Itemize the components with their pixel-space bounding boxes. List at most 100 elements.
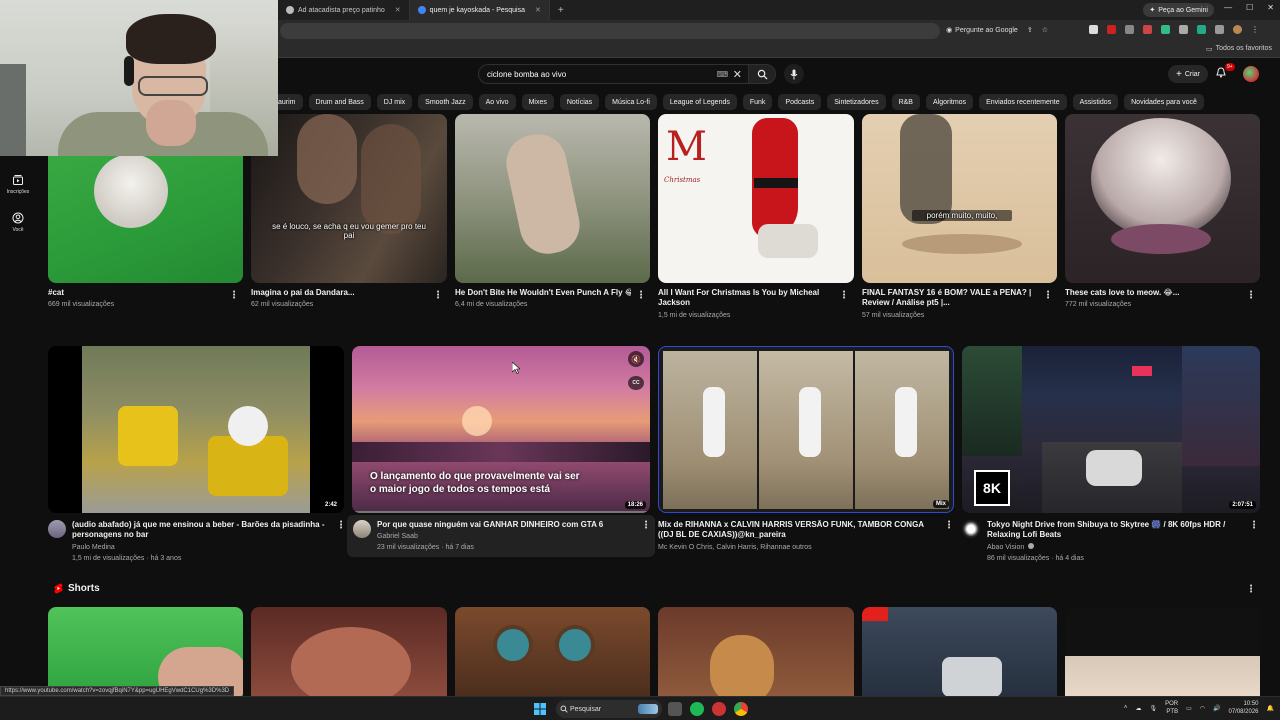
more-options-icon[interactable]: ⋮ xyxy=(433,291,443,301)
chip[interactable]: aurim xyxy=(276,94,303,110)
chip[interactable]: Smooth Jazz xyxy=(418,94,473,110)
guide-item-subscriptions[interactable]: Inscrições xyxy=(4,174,32,195)
volume-icon[interactable]: 🔊 xyxy=(1213,705,1220,712)
close-tab-icon[interactable]: ✕ xyxy=(535,6,541,14)
video-title[interactable]: These cats love to meow. 😂... xyxy=(1065,288,1235,298)
browser-tab[interactable]: quem je kayoskada - Pesquisa ✕ xyxy=(409,0,550,20)
chip[interactable]: Algoritmos xyxy=(925,94,974,110)
video-thumbnail[interactable] xyxy=(1065,114,1260,283)
video-title[interactable]: Imagina o pai da Dandara... xyxy=(251,288,421,298)
more-options-icon[interactable]: ⋮ xyxy=(1246,291,1256,301)
chip[interactable]: Enviados recentemente xyxy=(979,94,1067,110)
search-input[interactable]: ciclone bomba ao vivo ⌨ ✕ xyxy=(478,64,748,84)
more-options-icon[interactable]: ⋮ xyxy=(636,291,646,301)
search-button[interactable] xyxy=(748,64,776,84)
channel-name[interactable]: Mc Kevin O Chris, Calvin Harris, Rihanna… xyxy=(658,543,812,553)
short-thumbnail[interactable] xyxy=(1065,607,1260,696)
video-title[interactable]: (audio abafado) já que me ensinou a bebe… xyxy=(72,520,330,540)
windows-start-icon[interactable] xyxy=(534,703,546,715)
chip[interactable]: Mixes xyxy=(521,94,554,110)
guide-item-you[interactable]: Você xyxy=(4,212,32,233)
chrome-icon[interactable] xyxy=(734,702,748,716)
extension-icon[interactable] xyxy=(1107,25,1116,34)
video-thumbnail[interactable]: se é louco, se acha q eu vou gemer pro t… xyxy=(251,114,447,283)
wifi-icon[interactable]: ◠ xyxy=(1200,705,1205,712)
maximize-icon[interactable]: ☐ xyxy=(1246,3,1253,12)
language-indicator[interactable]: POR PTB xyxy=(1165,700,1178,716)
omnibox[interactable] xyxy=(280,23,940,39)
ask-google-button[interactable]: ◉ Pergunte ao Google ⇪ ☆ xyxy=(946,26,1048,35)
minimize-icon[interactable]: — xyxy=(1224,3,1232,12)
channel-name[interactable]: Abao Vision xyxy=(987,543,1035,553)
chip[interactable]: Notícias xyxy=(559,94,600,110)
create-button[interactable]: + Criar xyxy=(1168,65,1209,83)
more-options-icon[interactable]: ⋮ xyxy=(336,521,346,531)
chip[interactable]: Novidades para você xyxy=(1124,94,1204,110)
puzzle-icon[interactable] xyxy=(1215,25,1224,34)
video-thumbnail[interactable]: porém muito, muito, xyxy=(862,114,1057,283)
new-tab-icon[interactable]: + xyxy=(550,5,572,16)
gemini-button[interactable]: ✦ Peça ao Gemini xyxy=(1143,3,1214,17)
video-thumbnail-hover[interactable]: O lançamento do que provavelmente vai se… xyxy=(352,346,650,513)
short-thumbnail[interactable] xyxy=(251,607,447,696)
video-title[interactable]: All I Want For Christmas Is You by Miche… xyxy=(658,288,828,308)
monitor-icon[interactable]: ▭ xyxy=(1186,705,1192,712)
extension-icon[interactable] xyxy=(1197,25,1206,34)
short-thumbnail[interactable] xyxy=(862,607,1057,696)
video-title[interactable]: Mix de RIHANNA x CALVIN HARRIS VERSÃO FU… xyxy=(658,520,938,540)
clear-search-icon[interactable]: ✕ xyxy=(733,68,742,81)
chip[interactable]: Ao vivo xyxy=(478,94,516,110)
voice-search-button[interactable] xyxy=(784,64,804,84)
more-options-icon[interactable]: ⋮ xyxy=(1043,291,1053,301)
video-title[interactable]: Tokyo Night Drive from Shibuya to Skytre… xyxy=(987,520,1247,540)
profile-icon[interactable] xyxy=(1233,25,1242,34)
chip[interactable]: Música Lo-fi xyxy=(605,94,657,110)
tray-chevron-icon[interactable]: ˄ xyxy=(1124,705,1128,711)
chip[interactable]: League of Legends xyxy=(662,94,737,110)
extension-icon[interactable] xyxy=(1179,25,1188,34)
mic-tray-icon[interactable]: 🎙 xyxy=(1149,705,1157,712)
chip[interactable]: Podcasts xyxy=(778,94,822,110)
app-icon[interactable] xyxy=(712,702,726,716)
video-title[interactable]: #cat xyxy=(48,288,218,298)
chip[interactable]: Drum and Bass xyxy=(308,94,371,110)
short-thumbnail[interactable] xyxy=(48,607,243,696)
short-thumbnail[interactable] xyxy=(658,607,854,696)
shorts-more-icon[interactable]: ⋮ xyxy=(1246,585,1256,595)
chip[interactable]: R&B xyxy=(891,94,920,110)
menu-icon[interactable]: ⋮ xyxy=(1251,25,1260,34)
task-view-icon[interactable] xyxy=(668,702,682,716)
browser-tab[interactable]: Ad atacadista preço patinho ✕ xyxy=(278,0,410,20)
all-bookmarks[interactable]: ▭ Todos os favoritos xyxy=(1206,45,1272,53)
video-thumbnail[interactable] xyxy=(455,114,650,283)
mute-icon[interactable]: 🔇 xyxy=(628,351,644,367)
chip[interactable]: DJ mix xyxy=(376,94,413,110)
network-icon[interactable]: ☁ xyxy=(1135,705,1141,712)
extension-icon[interactable] xyxy=(1125,25,1134,34)
channel-avatar[interactable] xyxy=(353,520,371,538)
channel-avatar[interactable] xyxy=(962,520,980,538)
close-tab-icon[interactable]: ✕ xyxy=(395,6,401,14)
video-thumbnail[interactable]: 2:42 xyxy=(48,346,344,513)
video-thumbnail[interactable]: 8K 2:07:51 xyxy=(962,346,1260,513)
chip[interactable]: Sintetizadores xyxy=(827,94,886,110)
bookmark-star-icon[interactable]: ☆ xyxy=(1042,26,1048,34)
app-icon[interactable] xyxy=(690,702,704,716)
channel-name[interactable]: Paulo Medina xyxy=(72,543,115,553)
chip[interactable]: Funk xyxy=(742,94,773,110)
extension-icon[interactable] xyxy=(1143,25,1152,34)
channel-name[interactable]: Gabriel Saab xyxy=(377,532,418,542)
keyboard-icon[interactable]: ⌨ xyxy=(716,70,728,79)
account-avatar[interactable] xyxy=(1243,66,1259,82)
channel-avatar[interactable] xyxy=(48,520,66,538)
video-thumbnail[interactable]: Mix xyxy=(658,346,954,513)
more-options-icon[interactable]: ⋮ xyxy=(944,521,954,531)
close-window-icon[interactable]: ✕ xyxy=(1267,3,1274,12)
chip[interactable]: Assistidos xyxy=(1072,94,1119,110)
taskbar-search[interactable]: Pesquisar xyxy=(556,700,662,718)
extension-icon[interactable] xyxy=(1089,25,1098,34)
captions-icon[interactable]: CC xyxy=(628,376,644,390)
more-options-icon[interactable]: ⋮ xyxy=(839,291,849,301)
notifications-icon[interactable]: 🔔 xyxy=(1267,705,1274,712)
video-title[interactable]: FINAL FANTASY 16 é BOM? VALE a PENA? | R… xyxy=(862,288,1032,308)
